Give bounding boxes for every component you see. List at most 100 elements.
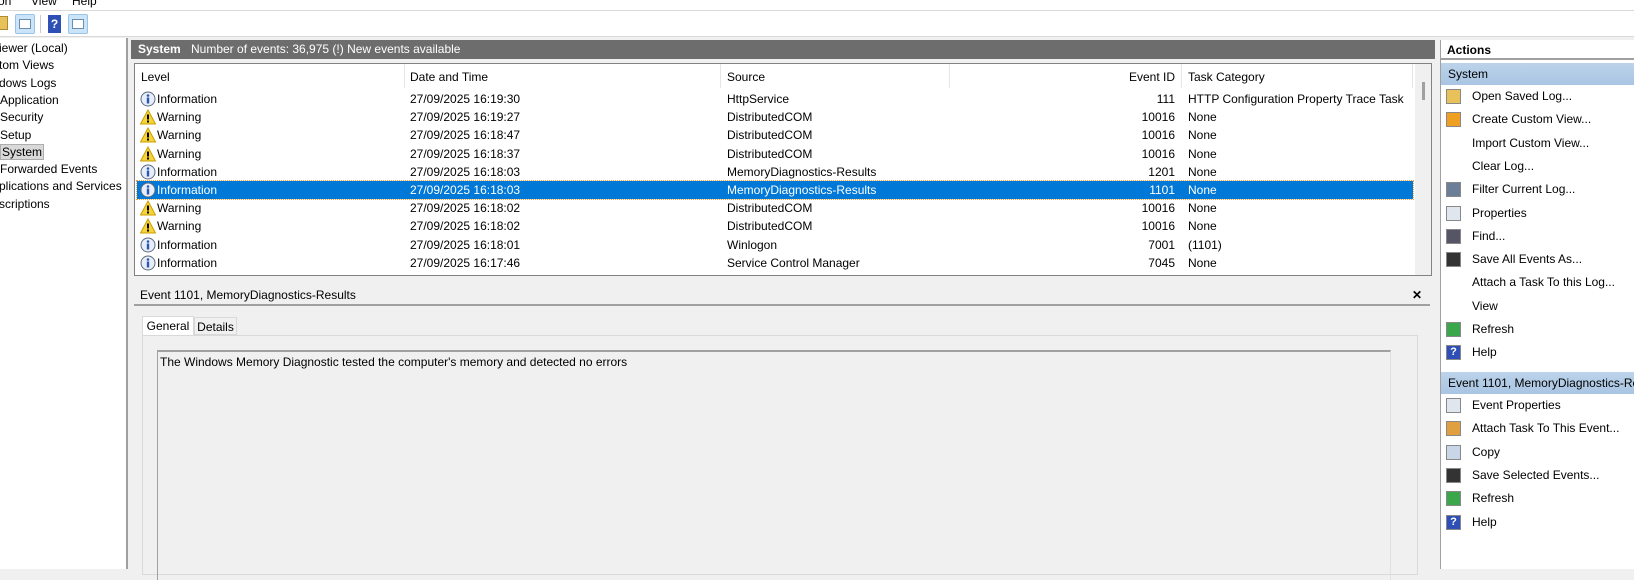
action-refresh[interactable]: Refresh xyxy=(1441,318,1634,341)
information-icon xyxy=(140,237,156,253)
menu-action[interactable]: on xyxy=(0,0,11,8)
event-id-cell: 10016 xyxy=(1141,219,1175,234)
date-cell: 27/09/2025 16:18:03 xyxy=(410,183,521,197)
date-cell: 27/09/2025 16:18:37 xyxy=(410,146,521,161)
column-level[interactable]: Level xyxy=(135,64,405,88)
task-category-cell: None xyxy=(1188,146,1217,161)
scrollbar-thumb[interactable] xyxy=(1422,82,1425,100)
action-label: View xyxy=(1472,298,1498,313)
action-create-custom-view[interactable]: Create Custom View... xyxy=(1441,108,1634,131)
tree-item-security[interactable]: Security xyxy=(0,109,43,126)
action-clear-log[interactable]: Clear Log... xyxy=(1441,155,1634,178)
tree-item-label: scriptions xyxy=(0,196,50,211)
action-event-properties[interactable]: Event Properties xyxy=(1441,394,1634,417)
menu-bar: on View Help xyxy=(0,0,1634,10)
task-category-cell: HTTP Configuration Property Trace Task xyxy=(1188,92,1404,106)
tree-item-tom-views[interactable]: tom Views xyxy=(0,57,54,74)
table-row[interactable]: Warning 27/09/2025 16:18:02 DistributedCOM… xyxy=(137,217,1413,235)
level-cell: Warning xyxy=(157,110,202,125)
tree-item-forwarded-events[interactable]: Forwarded Events xyxy=(0,161,97,178)
action-label: Attach Task To This Event... xyxy=(1472,421,1620,436)
action-copy[interactable]: Copy xyxy=(1441,441,1634,464)
menu-help[interactable]: Help xyxy=(72,0,97,8)
column-date[interactable]: Date and Time xyxy=(405,64,721,88)
warning-icon xyxy=(139,218,157,234)
action-label: Refresh xyxy=(1472,491,1515,506)
date-cell: 27/09/2025 16:19:30 xyxy=(410,92,521,106)
actions-section-system[interactable]: System xyxy=(1441,63,1634,85)
action-find[interactable]: Find... xyxy=(1441,225,1634,248)
tree-item-label: iewer (Local) xyxy=(0,41,68,55)
table-row[interactable]: Warning 27/09/2025 16:18:02 DistributedCOM… xyxy=(137,199,1413,217)
date-cell: 27/09/2025 16:18:02 xyxy=(410,201,521,216)
table-row[interactable]: Warning 27/09/2025 16:18:37 DistributedCOM… xyxy=(137,145,1413,163)
event-id-cell: 1201 xyxy=(1148,164,1175,179)
information-icon xyxy=(140,164,156,180)
column-source[interactable]: Source xyxy=(721,64,950,88)
tab-details[interactable]: Details xyxy=(194,317,237,335)
action-help[interactable]: ? Help xyxy=(1441,511,1634,534)
task-category-cell: None xyxy=(1188,201,1217,216)
tree-item-label: Forwarded Events xyxy=(0,162,98,177)
open-log-icon[interactable] xyxy=(0,16,8,30)
tree-item-system[interactable]: System xyxy=(0,143,45,161)
table-row[interactable]: Information 27/09/2025 16:18:03 MemoryDiag… xyxy=(136,180,1414,200)
show-hide-action-pane-button[interactable] xyxy=(68,14,88,34)
action-open-saved-log[interactable]: Open Saved Log... xyxy=(1441,85,1634,108)
tab-general[interactable]: General xyxy=(142,316,194,335)
action-attach-task-to-this-event[interactable]: Attach Task To This Event... xyxy=(1441,417,1634,440)
date-cell: 27/09/2025 16:17:46 xyxy=(410,255,521,270)
action-save-selected-events[interactable]: Save Selected Events... xyxy=(1441,464,1634,487)
console-tree: iewer (Local) tom Views dows Logs Applicati… xyxy=(0,38,128,569)
action-label: Refresh xyxy=(1472,322,1515,336)
general-tab-panel: The Windows Memory Diagnostic tested the… xyxy=(142,335,1418,580)
action-import-custom-view[interactable]: Import Custom View... xyxy=(1441,132,1634,155)
action-label: Create Custom View... xyxy=(1472,112,1592,127)
tree-item-application[interactable]: Application xyxy=(0,92,59,109)
vertical-scrollbar[interactable] xyxy=(1415,64,1431,275)
tree-item-dows-logs[interactable]: dows Logs xyxy=(0,75,56,92)
task-category-cell: None xyxy=(1188,219,1217,234)
table-row[interactable]: Information 27/09/2025 16:19:30 HttpServic… xyxy=(137,90,1413,108)
level-cell: Warning xyxy=(157,128,202,143)
action-label: Find... xyxy=(1472,228,1506,243)
refresh-icon xyxy=(1446,491,1461,507)
action-view[interactable]: View xyxy=(1441,295,1634,318)
help-icon[interactable]: ? xyxy=(48,15,61,33)
level-cell: Information xyxy=(157,255,218,270)
tree-item-setup[interactable]: Setup xyxy=(0,127,31,144)
tree-item-plications-and-services-lo[interactable]: plications and Services Lo xyxy=(0,178,126,195)
action-help[interactable]: ? Help xyxy=(1441,341,1634,364)
level-cell: Information xyxy=(157,164,218,179)
tree-item-scriptions[interactable]: scriptions xyxy=(0,196,50,213)
table-row[interactable]: Information 27/09/2025 16:17:46 Service Co… xyxy=(137,254,1413,272)
table-row[interactable]: Warning 27/09/2025 16:19:27 DistributedCOM… xyxy=(137,108,1413,126)
close-icon[interactable]: ✕ xyxy=(1412,284,1422,306)
table-row[interactable]: Information 27/09/2025 16:18:01 Winlogon 70… xyxy=(137,236,1413,254)
task-category-cell: None xyxy=(1188,255,1217,270)
table-row[interactable]: Information 27/09/2025 16:18:03 MemoryDiag… xyxy=(137,163,1413,181)
action-properties[interactable]: Properties xyxy=(1441,202,1634,225)
action-label: Properties xyxy=(1472,205,1527,220)
action-filter-current-log[interactable]: Filter Current Log... xyxy=(1441,178,1634,201)
action-label: Save Selected Events... xyxy=(1472,467,1600,482)
tree-item-label: Setup xyxy=(0,127,32,142)
action-label: Copy xyxy=(1472,444,1501,459)
tree-item-iewer-local-[interactable]: iewer (Local) xyxy=(0,40,68,57)
actions-section-event[interactable]: Event 1101, MemoryDiagnostics-Results xyxy=(1441,372,1634,394)
show-hide-console-tree-button[interactable] xyxy=(15,14,35,34)
event-detail-pane: Event 1101, MemoryDiagnostics-Results ✕ … xyxy=(134,284,1432,580)
actions-pane: Actions System Open Saved Log... Create C… xyxy=(1440,40,1634,569)
information-icon xyxy=(140,255,156,271)
action-save-all-events-as[interactable]: Save All Events As... xyxy=(1441,248,1634,271)
column-label: Task Category xyxy=(1188,70,1265,84)
source-cell: DistributedCOM xyxy=(727,219,813,234)
column-task-category[interactable]: Task Category xyxy=(1182,64,1413,88)
column-event-id[interactable]: Event ID xyxy=(950,64,1182,88)
menu-view[interactable]: View xyxy=(31,0,57,8)
action-attach-a-task-to-this-log[interactable]: Attach a Task To this Log... xyxy=(1441,271,1634,294)
event-id-cell: 111 xyxy=(1156,92,1175,106)
table-row[interactable]: Warning 27/09/2025 16:18:47 DistributedCOM… xyxy=(137,126,1413,144)
event-message-box[interactable]: The Windows Memory Diagnostic tested the… xyxy=(157,350,1391,580)
action-refresh[interactable]: Refresh xyxy=(1441,487,1634,510)
